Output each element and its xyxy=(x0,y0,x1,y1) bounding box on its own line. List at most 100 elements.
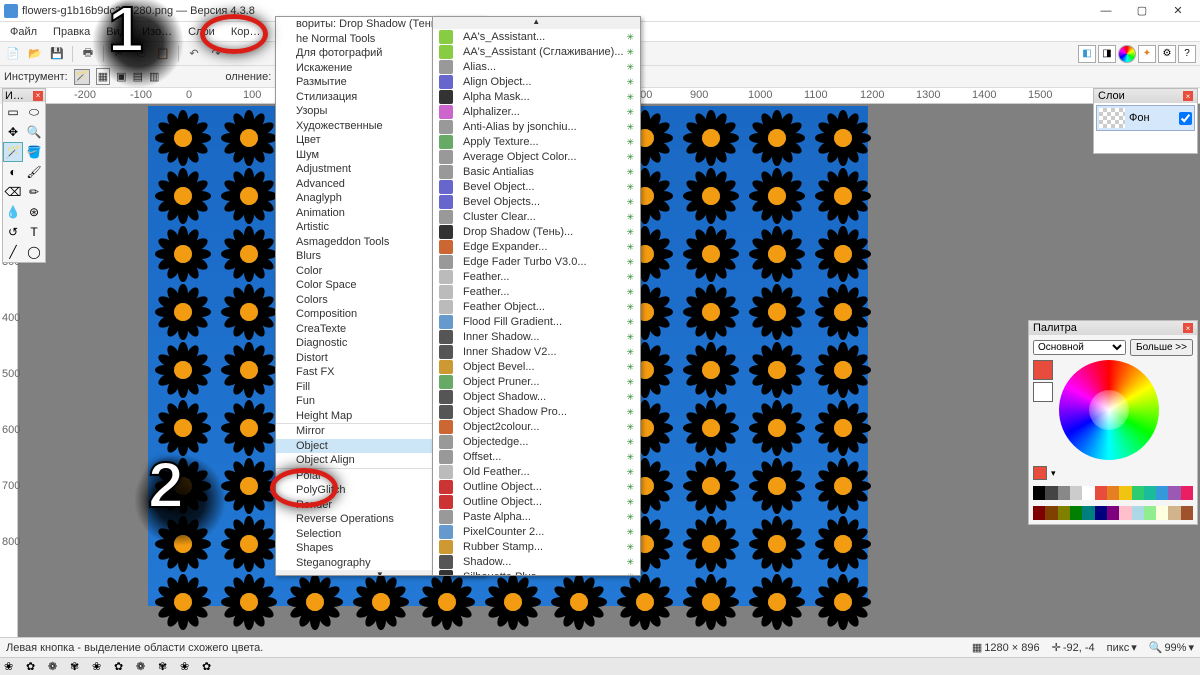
help-icon[interactable]: ? xyxy=(1178,45,1196,63)
menu-edit[interactable]: Правка xyxy=(45,24,98,40)
tool-picker[interactable]: 💧 xyxy=(3,202,23,222)
taskbar-icon[interactable]: ✾ xyxy=(158,660,172,674)
object-submenu-item[interactable]: Edge Fader Turbo V3.0...✳ xyxy=(433,254,640,269)
open-icon[interactable]: 📂 xyxy=(26,45,44,63)
object-submenu-item[interactable]: Object Bevel...✳ xyxy=(433,359,640,374)
object-submenu-item[interactable]: Feather...✳ xyxy=(433,284,640,299)
color-wheel[interactable] xyxy=(1059,360,1159,460)
tool-pencil[interactable]: ✏ xyxy=(24,182,44,202)
palette-mode-select[interactable]: Основной xyxy=(1033,340,1126,355)
object-submenu-item[interactable]: AA's_Assistant...✳ xyxy=(433,29,640,44)
object-submenu-item[interactable]: Basic Antialias✳ xyxy=(433,164,640,179)
object-submenu-item[interactable]: Object Pruner...✳ xyxy=(433,374,640,389)
object-submenu-item[interactable]: Bevel Objects...✳ xyxy=(433,194,640,209)
tool-move[interactable]: ✥ xyxy=(3,122,23,142)
tool-line[interactable]: ╱ xyxy=(3,242,23,262)
object-submenu-item[interactable]: Object2colour...✳ xyxy=(433,419,640,434)
object-submenu-item[interactable]: Apply Texture...✳ xyxy=(433,134,640,149)
taskbar-icon[interactable]: ✿ xyxy=(26,660,40,674)
menu-image[interactable]: Изо… xyxy=(134,24,180,40)
object-submenu-item[interactable]: Cluster Clear...✳ xyxy=(433,209,640,224)
tool-select-rect[interactable]: ▭ xyxy=(3,102,23,122)
tool-clone[interactable]: ⊛ xyxy=(24,202,44,222)
object-submenu-item[interactable]: Outline Object...✳ xyxy=(433,479,640,494)
tool-swatch[interactable]: 🪄 xyxy=(74,69,90,85)
object-submenu-item[interactable]: Shadow...✳ xyxy=(433,554,640,569)
object-submenu-item[interactable]: Old Feather...✳ xyxy=(433,464,640,479)
tool-wand[interactable]: 🪄 xyxy=(3,142,23,162)
object-submenu-item[interactable]: Offset...✳ xyxy=(433,449,640,464)
toolbox-panel[interactable]: И…× ▭ ⬭ ✥ 🔍 🪄 🪣 ◐ 🖌 ⌫ ✏ 💧 ⊛ ↺ T ╱ ◯ xyxy=(2,88,46,263)
menu-file[interactable]: Файл xyxy=(2,24,45,40)
selection-mode-4[interactable]: ▥ xyxy=(149,70,159,83)
close-button[interactable]: ✕ xyxy=(1160,1,1196,21)
object-submenu-item[interactable]: Drop Shadow (Тень)...✳ xyxy=(433,224,640,239)
object-submenu-item[interactable]: Inner Shadow V2...✳ xyxy=(433,344,640,359)
palette-panel[interactable]: Палитра× Основной Больше >> ▾ xyxy=(1028,320,1198,525)
selection-mode-3[interactable]: ▤ xyxy=(133,70,143,83)
object-submenu-item[interactable]: Anti-Alias by jsonchiu...✳ xyxy=(433,119,640,134)
object-submenu-item[interactable]: Paste Alpha...✳ xyxy=(433,509,640,524)
menu-layers[interactable]: Слои xyxy=(180,24,223,40)
selection-mode-2[interactable]: ▣ xyxy=(116,70,126,83)
object-submenu-item[interactable]: Objectedge...✳ xyxy=(433,434,640,449)
tool-brush[interactable]: 🖌 xyxy=(24,162,44,182)
object-submenu-item[interactable]: Feather Object...✳ xyxy=(433,299,640,314)
taskbar-icon[interactable]: ✿ xyxy=(202,660,216,674)
maximize-button[interactable]: ▢ xyxy=(1124,1,1160,21)
object-submenu-item[interactable]: Object Shadow...✳ xyxy=(433,389,640,404)
object-submenu-item[interactable]: Alphalizer...✳ xyxy=(433,104,640,119)
toolbox-close-icon[interactable]: × xyxy=(33,91,43,101)
tool-recolor[interactable]: ↺ xyxy=(3,222,23,242)
object-submenu-item[interactable]: Alpha Mask...✳ xyxy=(433,89,640,104)
object-submenu-item[interactable]: Rubber Stamp...✳ xyxy=(433,539,640,554)
new-icon[interactable]: 📄 xyxy=(4,45,22,63)
layers-close-icon[interactable]: × xyxy=(1183,91,1193,101)
status-zoom[interactable]: 🔍 99% ▾ xyxy=(1149,641,1194,654)
tool-lasso[interactable]: ⬭ xyxy=(24,102,44,122)
settings-icon[interactable]: ⚙ xyxy=(1158,45,1176,63)
object-submenu-item[interactable]: Align Object...✳ xyxy=(433,74,640,89)
object-submenu-item[interactable]: Average Object Color...✳ xyxy=(433,149,640,164)
tool-fill[interactable]: 🪣 xyxy=(24,142,44,162)
selection-mode-1[interactable]: ▦ xyxy=(96,68,110,85)
object-submenu-item[interactable]: Object Shadow Pro...✳ xyxy=(433,404,640,419)
palette-strip-2[interactable] xyxy=(1033,506,1193,520)
tool-text[interactable]: T xyxy=(24,222,44,242)
object-submenu-dropdown[interactable]: ▲ AA's_Assistant...✳AA's_Assistant (Сгла… xyxy=(432,16,641,576)
object-submenu-item[interactable]: Inner Shadow...✳ xyxy=(433,329,640,344)
taskbar-icon[interactable]: ❀ xyxy=(92,660,106,674)
object-submenu-item[interactable]: AA's_Assistant (Сглаживание)...✳ xyxy=(433,44,640,59)
tool-eraser[interactable]: ⌫ xyxy=(3,182,23,202)
panel-btn-3[interactable] xyxy=(1118,45,1136,63)
copy-icon[interactable]: ⎘ xyxy=(132,45,150,63)
undo-icon[interactable]: ↶ xyxy=(185,45,203,63)
minimize-button[interactable]: — xyxy=(1088,1,1124,21)
redo-icon[interactable]: ↷ xyxy=(207,45,225,63)
menu-adjust[interactable]: Кор… xyxy=(223,24,269,40)
object-submenu-item[interactable]: Feather...✳ xyxy=(433,269,640,284)
primary-color-swatch[interactable] xyxy=(1033,360,1053,380)
object-submenu-item[interactable]: Edge Expander...✳ xyxy=(433,239,640,254)
save-icon[interactable]: 💾 xyxy=(48,45,66,63)
palette-more-button[interactable]: Больше >> xyxy=(1130,339,1193,356)
panel-btn-1[interactable]: ◧ xyxy=(1078,45,1096,63)
tool-shapes[interactable]: ◯ xyxy=(24,242,44,262)
object-submenu-item[interactable]: PixelCounter 2...✳ xyxy=(433,524,640,539)
panel-btn-2[interactable]: ◨ xyxy=(1098,45,1116,63)
object-submenu-item[interactable]: Flood Fill Gradient...✳ xyxy=(433,314,640,329)
taskbar-icon[interactable]: ❀ xyxy=(4,660,18,674)
status-unit[interactable]: пикс ▾ xyxy=(1107,641,1137,654)
taskbar-icon[interactable]: ✾ xyxy=(70,660,84,674)
layer-row[interactable]: Фон xyxy=(1096,105,1195,131)
object-submenu-item[interactable]: Outline Object...✳ xyxy=(433,494,640,509)
print-icon[interactable]: 🖶 xyxy=(79,45,97,63)
object-submenu-item[interactable]: Alias...✳ xyxy=(433,59,640,74)
cut-icon[interactable]: ✂ xyxy=(110,45,128,63)
paste-icon[interactable]: 📋 xyxy=(154,45,172,63)
tool-gradient[interactable]: ◐ xyxy=(3,162,23,182)
menu-view[interactable]: Вид xyxy=(98,24,134,40)
recent-color-1[interactable] xyxy=(1033,466,1047,480)
taskbar-icon[interactable]: ✿ xyxy=(114,660,128,674)
palette-close-icon[interactable]: × xyxy=(1183,323,1193,333)
